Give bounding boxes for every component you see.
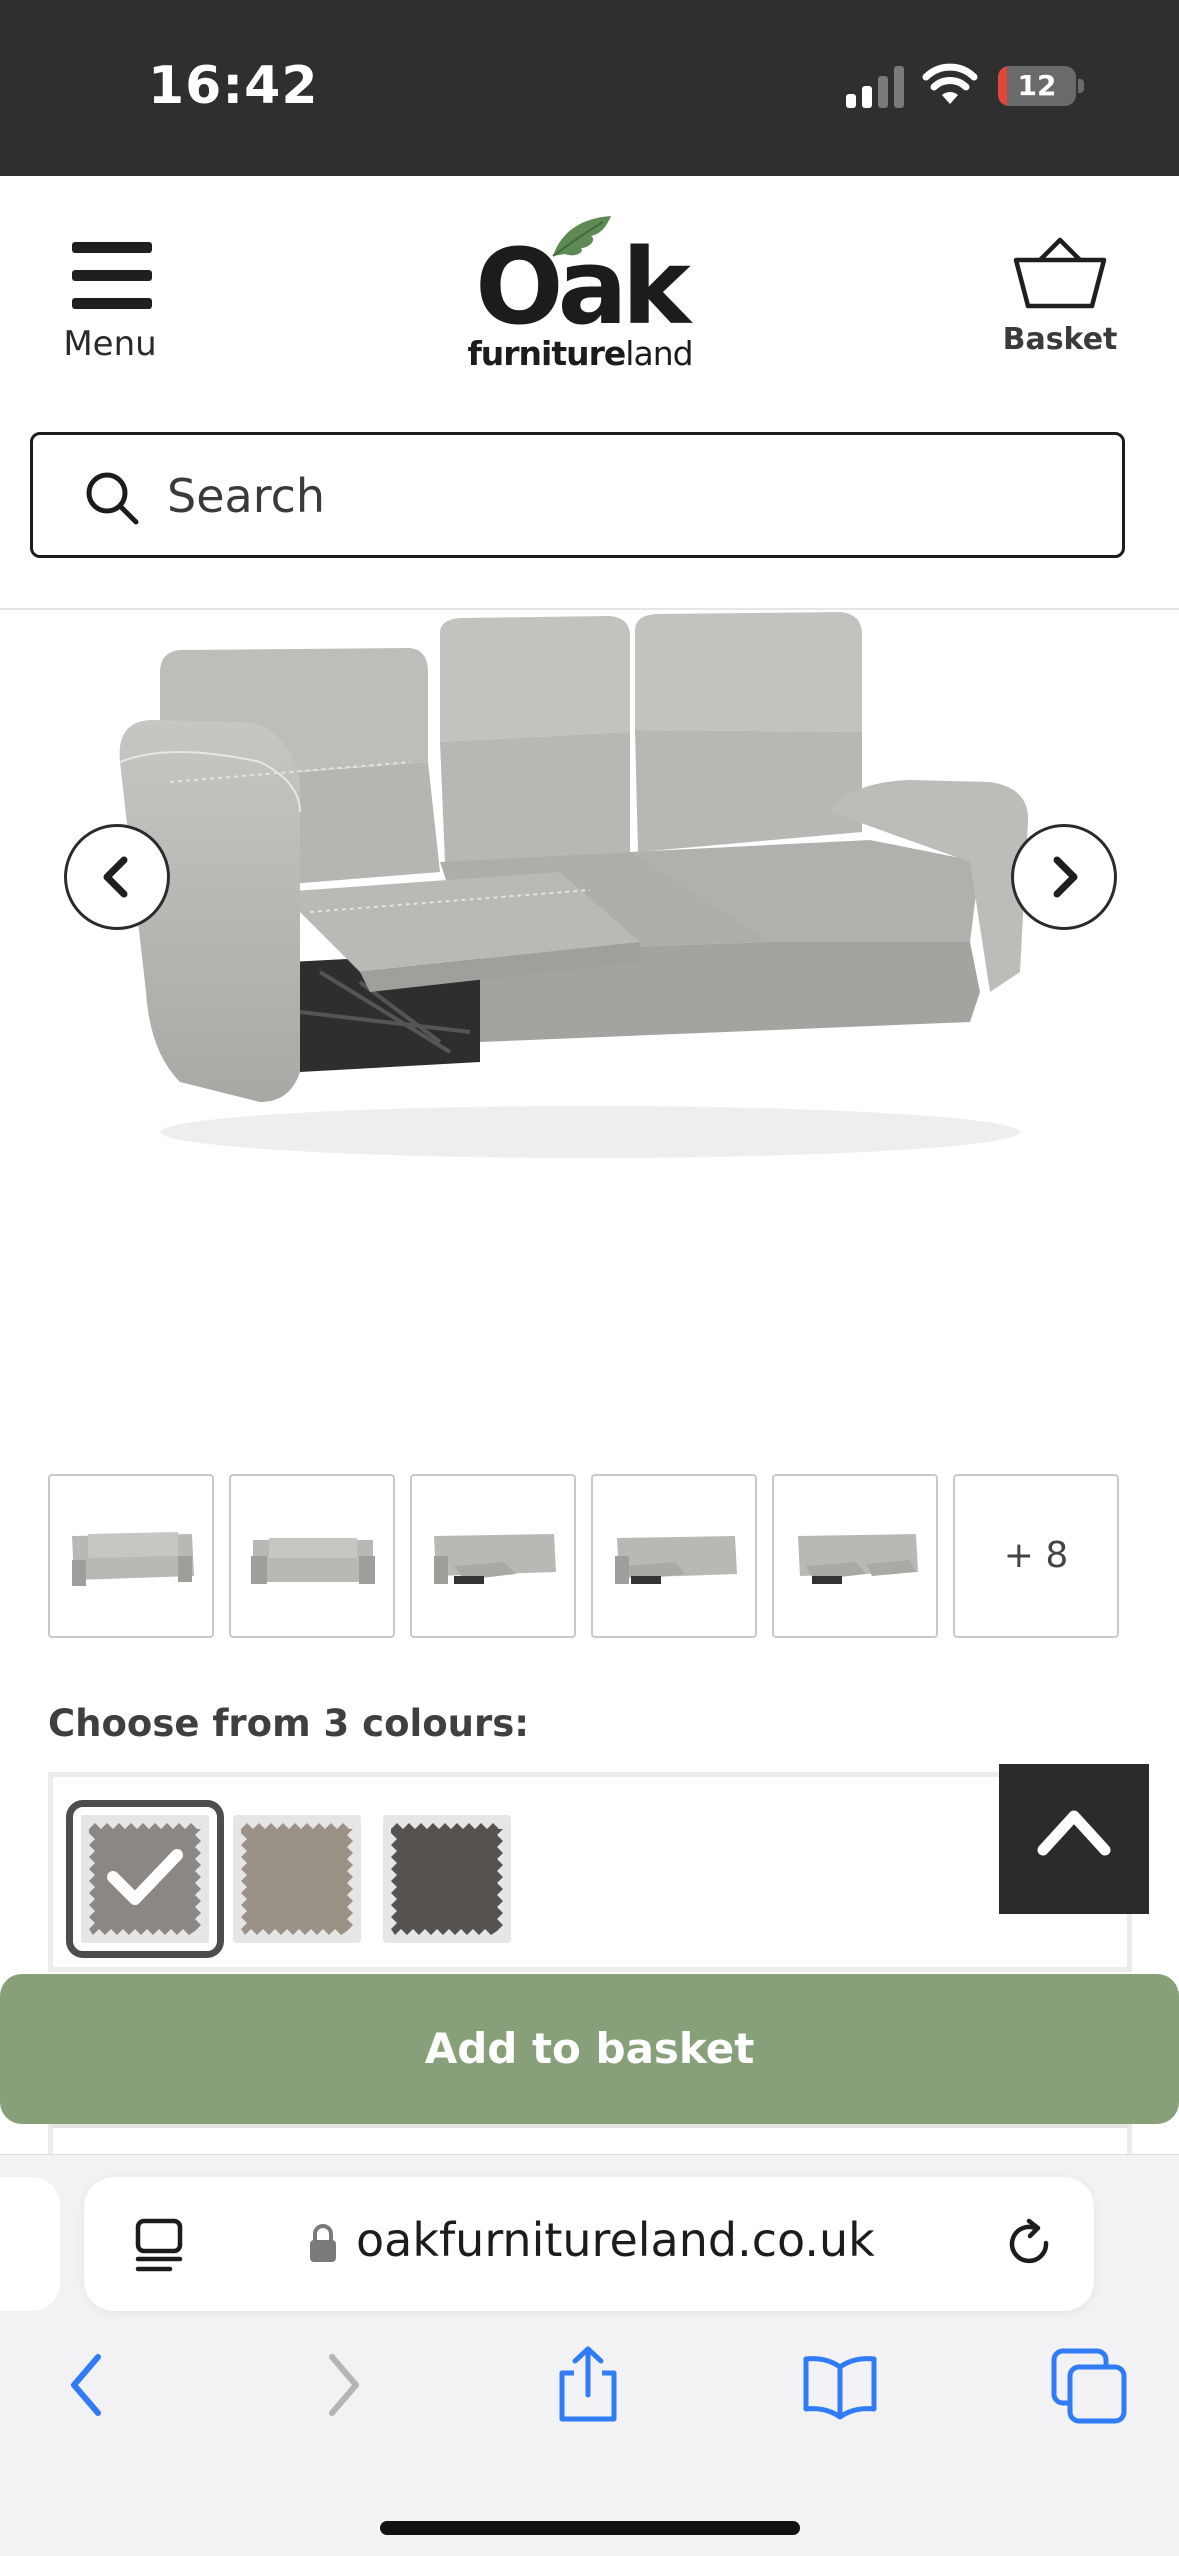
chevron-right-icon: [1053, 856, 1078, 898]
basket-icon: [1013, 237, 1107, 309]
url-text: oakfurnitureland.co.uk: [356, 2213, 875, 2267]
browser-toolbar: [0, 2345, 1179, 2465]
logo-sub-light: land: [625, 334, 693, 373]
thumbnail-image: [434, 1534, 556, 1584]
home-indicator: [380, 2521, 800, 2535]
thumbnail-image: [798, 1534, 918, 1584]
checkmark-icon: [107, 1849, 183, 1905]
share-button[interactable]: [548, 2345, 628, 2425]
chevron-up-icon: [1037, 1810, 1111, 1856]
lock-icon: [310, 2224, 336, 2262]
basket-button[interactable]: Basket: [990, 236, 1130, 357]
wifi-icon: [922, 63, 978, 104]
swatch-chip: [391, 1823, 503, 1935]
colour-swatch-3[interactable]: [383, 1815, 511, 1943]
reload-icon[interactable]: [1002, 2217, 1058, 2273]
thumbnail-1[interactable]: [48, 1474, 214, 1638]
battery-percentage: 12: [1017, 69, 1057, 102]
bookmarks-button[interactable]: [800, 2345, 880, 2425]
thumbnail-image: [615, 1536, 737, 1584]
battery-icon: 12: [998, 66, 1076, 106]
back-to-top-button[interactable]: [999, 1764, 1149, 1914]
menu-button[interactable]: Menu: [50, 242, 170, 364]
thumbnail-image: [72, 1532, 194, 1586]
chevron-left-icon: [71, 2354, 101, 2416]
product-gallery: [0, 612, 1179, 1412]
tabs-button[interactable]: [1050, 2345, 1130, 2425]
cellular-signal-icon: [846, 64, 904, 108]
thumbnail-3[interactable]: [410, 1474, 576, 1638]
colour-swatch-2[interactable]: [233, 1815, 361, 1943]
forward-button[interactable]: [302, 2345, 382, 2425]
share-icon: [559, 2346, 617, 2422]
previous-image-button[interactable]: [64, 824, 170, 930]
swatch-chip: [241, 1823, 353, 1935]
chevron-right-icon: [329, 2354, 359, 2416]
colour-selector: [48, 1772, 1132, 1972]
basket-label: Basket: [1002, 322, 1118, 357]
thumbnail-2[interactable]: [229, 1474, 395, 1638]
logo-wordmark: Oak: [475, 226, 691, 348]
more-images-button[interactable]: + 8: [953, 1474, 1119, 1638]
reader-mode-icon[interactable]: [132, 2217, 186, 2273]
colour-swatch-1[interactable]: [66, 1800, 224, 1958]
battery-tip: [1078, 79, 1084, 93]
chevron-left-icon: [103, 856, 128, 898]
thumbnail-4[interactable]: [591, 1474, 757, 1638]
address-bar[interactable]: oakfurnitureland.co.uk: [84, 2177, 1094, 2311]
back-button[interactable]: [48, 2345, 128, 2425]
search-bar[interactable]: [30, 432, 1125, 558]
search-icon: [86, 472, 139, 525]
next-image-button[interactable]: [1011, 824, 1117, 930]
thumbnail-5[interactable]: [772, 1474, 938, 1638]
logo-sub-bold: furniture: [467, 334, 626, 373]
thumbnail-strip: + 8: [48, 1474, 1138, 1638]
colour-selector-title: Choose from 3 colours:: [48, 1702, 530, 1745]
panel-edge: [48, 2124, 1132, 2154]
search-input[interactable]: [167, 461, 1067, 531]
product-image[interactable]: [110, 612, 1060, 1172]
tabs-icon: [1051, 2348, 1127, 2424]
book-icon: [803, 2356, 877, 2420]
thumbnail-image: [251, 1538, 375, 1584]
status-bar: 16:42 12: [0, 0, 1179, 176]
previous-tab-preview[interactable]: [0, 2177, 60, 2311]
hamburger-icon: [72, 242, 152, 310]
browser-bottom-bar: oakfurnitureland.co.uk: [0, 2154, 1179, 2556]
status-time: 16:42: [148, 56, 319, 116]
site-header: Menu Oak furnitureland Basket: [0, 176, 1179, 610]
site-logo[interactable]: Oak furnitureland: [455, 212, 705, 373]
add-to-basket-button[interactable]: Add to basket: [0, 1974, 1179, 2124]
logo-subtitle: furnitureland: [455, 334, 705, 373]
menu-label: Menu: [63, 324, 157, 364]
